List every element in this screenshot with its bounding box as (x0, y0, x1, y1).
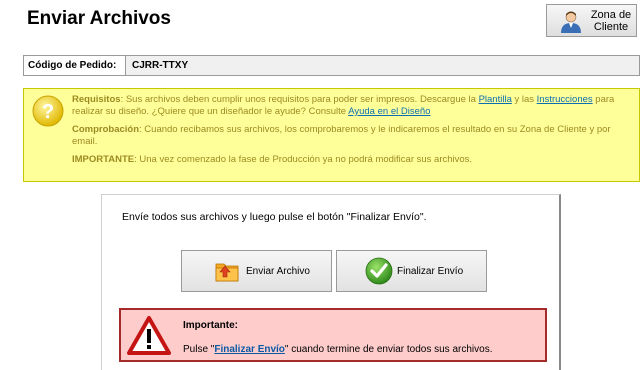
upload-panel: Envíe todos sus archivos y luego pulse e… (101, 194, 561, 370)
requirements-box: ? Requisitos: Sus archivos deben cumplir… (23, 88, 640, 182)
requirements-text-1: : Sus archivos deben cumplir unos requis… (120, 94, 479, 105)
page-title: Enviar Archivos (27, 8, 171, 29)
order-code-value: CJRR-TTXY (126, 56, 639, 75)
important-paragraph: IMPORTANTE: Una vez comenzado la fase de… (72, 154, 632, 166)
client-zone-button[interactable]: Zona de Cliente (546, 4, 637, 37)
requirements-label: Requisitos (72, 94, 121, 105)
order-code-table: Código de Pedido: CJRR-TTXY (23, 55, 640, 76)
requirements-text: Requisitos: Sus archivos deben cumplir u… (72, 94, 632, 172)
template-link[interactable]: Plantilla (479, 94, 512, 105)
check-label: Comprobación (72, 124, 140, 135)
upload-instruction: Envíe todos sus archivos y luego pulse e… (122, 211, 427, 223)
important-text: : Una vez comenzado la fase de Producció… (134, 154, 473, 165)
checkmark-icon (365, 257, 393, 285)
client-zone-label: Zona de Cliente (589, 9, 633, 33)
requirements-paragraph: Requisitos: Sus archivos deben cumplir u… (72, 94, 632, 118)
client-zone-line1: Zona de (590, 8, 632, 21)
alert-text: Pulse "Finalizar Envío" cuando termine d… (183, 344, 492, 355)
instructions-link[interactable]: Instrucciones (537, 94, 593, 105)
folder-upload-icon (215, 263, 239, 282)
finish-send-link[interactable]: Finalizar Envío (214, 344, 285, 355)
user-icon (561, 11, 581, 33)
finish-send-button[interactable]: Finalizar Envío (336, 250, 487, 292)
important-alert: Importante: Pulse "Finalizar Envío" cuan… (119, 308, 547, 362)
requirements-text-2: y las (511, 94, 537, 105)
order-code-label: Código de Pedido: (24, 56, 126, 75)
send-file-label: Enviar Archivo (246, 265, 310, 277)
question-icon: ? (32, 95, 64, 127)
check-text: : Cuando recibamos sus archivos, los com… (72, 124, 611, 147)
alert-title: Importante: (183, 320, 238, 331)
design-help-link[interactable]: Ayuda en el Diseño (348, 106, 430, 117)
alert-text-2: " cuando termine de enviar todos sus arc… (284, 344, 493, 355)
svg-text:?: ? (42, 101, 54, 123)
check-paragraph: Comprobación: Cuando recibamos sus archi… (72, 124, 632, 148)
send-file-button[interactable]: Enviar Archivo (181, 250, 332, 292)
finish-send-label: Finalizar Envío (397, 265, 464, 277)
warning-icon (127, 316, 171, 355)
alert-text-1: Pulse " (183, 344, 215, 355)
important-label: IMPORTANTE (72, 154, 135, 165)
client-zone-line2: Cliente (593, 20, 629, 33)
